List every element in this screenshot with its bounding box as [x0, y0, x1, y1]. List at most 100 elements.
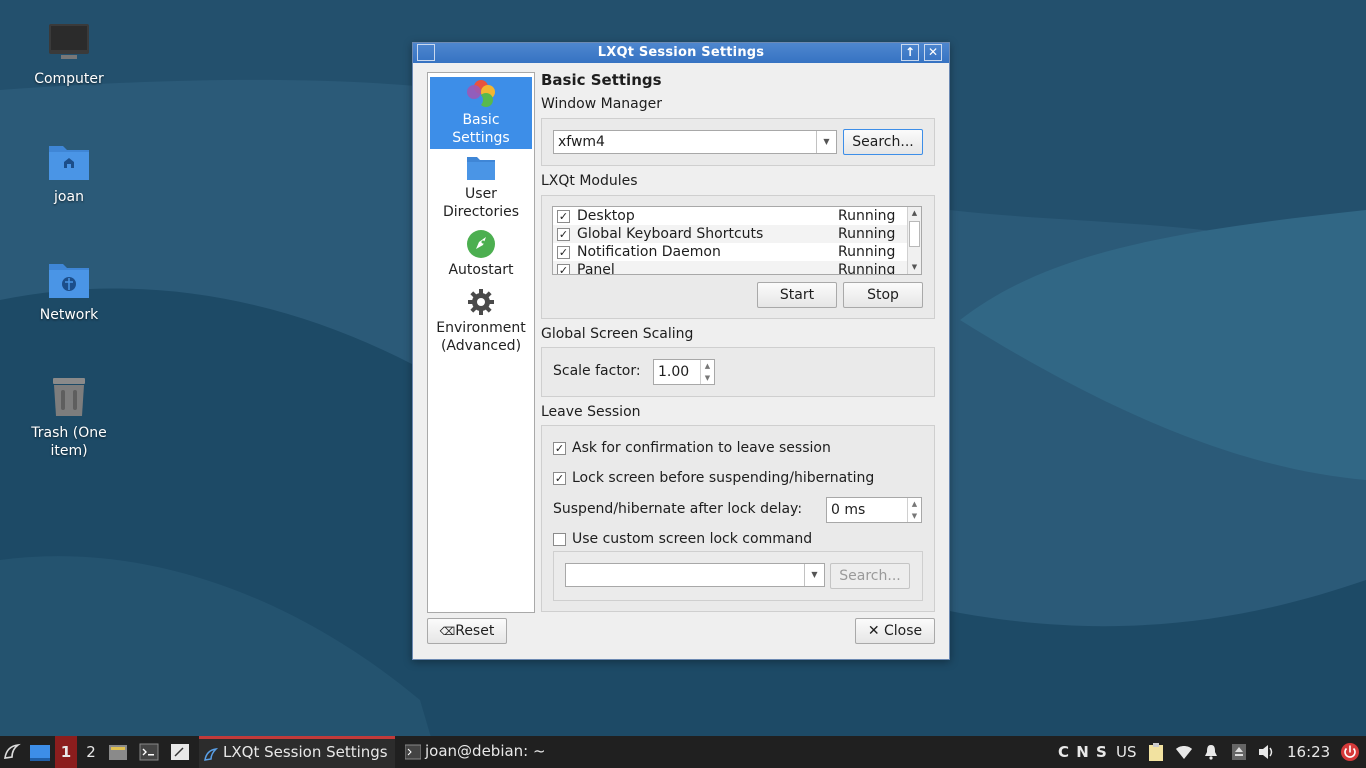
desktop-icon-trash[interactable]: Trash (One item) — [14, 374, 124, 460]
spin-down-icon[interactable]: ▼ — [701, 372, 714, 384]
lxqt-menu-icon[interactable] — [2, 742, 22, 762]
window-titlebar[interactable]: LXQt Session Settings ↑ ✕ — [413, 43, 949, 63]
volume-icon[interactable] — [1258, 744, 1276, 760]
start-module-button[interactable]: Start — [757, 282, 837, 308]
modules-scrollbar[interactable]: ▲ ▼ — [907, 207, 921, 274]
sidebar-item-user-directories[interactable]: User Directories — [430, 153, 532, 225]
eject-icon[interactable] — [1231, 743, 1247, 761]
checkbox-label: Ask for confirmation to leave session — [572, 440, 831, 456]
module-status: Running — [838, 208, 896, 224]
maximize-button[interactable]: ↑ — [901, 44, 919, 61]
sidebar-item-label: User Directories — [442, 186, 520, 220]
window-title: LXQt Session Settings — [597, 45, 765, 60]
desktop-icon-label: joan — [54, 189, 84, 205]
modules-label: LXQt Modules — [541, 173, 638, 189]
modules-list[interactable]: ✓ Desktop Running ✓ Global Keyboard Shor… — [552, 206, 922, 275]
list-item[interactable]: ✓ Panel Running — [553, 261, 907, 275]
gear-icon — [468, 289, 494, 315]
settings-sidebar: Basic Settings User Directories Autostar… — [427, 72, 535, 613]
lock-delay-value: 0 ms — [831, 502, 866, 518]
reset-button[interactable]: ⌫Reset — [427, 618, 507, 644]
desktop-icon-computer[interactable]: Computer — [14, 20, 124, 88]
backspace-icon: ⌫ — [439, 625, 456, 638]
home-folder-icon — [49, 146, 89, 180]
lock-delay-spinbox[interactable]: 0 ms ▲ ▼ — [826, 497, 922, 523]
sidebar-item-label: Basic Settings — [452, 112, 510, 146]
window-manager-value: xfwm4 — [558, 134, 605, 150]
list-item[interactable]: ✓ Global Keyboard Shortcuts Running — [553, 225, 907, 243]
task-label: LXQt Session Settings — [223, 743, 388, 761]
scrollbar-thumb[interactable] — [909, 221, 920, 247]
module-checkbox[interactable]: ✓ — [557, 264, 570, 274]
checkbox[interactable]: ✓ — [553, 472, 566, 485]
list-item[interactable]: ✓ Notification Daemon Running — [553, 243, 907, 261]
desktop-icon-home[interactable]: joan — [14, 138, 124, 206]
scale-factor-label: Scale factor: — [553, 363, 641, 379]
sidebar-item-basic-settings[interactable]: Basic Settings — [430, 77, 532, 149]
module-status: Running — [838, 262, 896, 275]
desktop-icon-label: Computer — [34, 71, 104, 87]
module-checkbox[interactable]: ✓ — [557, 246, 570, 259]
scale-factor-value: 1.00 — [658, 364, 690, 380]
list-item[interactable]: ✓ Desktop Running — [553, 207, 907, 225]
file-manager-icon[interactable] — [108, 743, 128, 761]
clipboard-icon[interactable] — [1147, 742, 1165, 762]
module-checkbox[interactable]: ✓ — [557, 228, 570, 241]
scroll-up-icon[interactable]: ▲ — [908, 209, 921, 217]
spin-down-icon[interactable]: ▼ — [908, 510, 921, 522]
task-lxqt-session-settings[interactable]: LXQt Session Settings — [199, 736, 395, 768]
workspace-2[interactable]: 2 — [80, 736, 102, 768]
spin-arrows[interactable]: ▲ ▼ — [700, 360, 714, 384]
sidebar-item-label: Environment (Advanced) — [436, 320, 526, 354]
sidebar-item-environment[interactable]: Environment (Advanced) — [430, 287, 532, 359]
checkbox[interactable]: ✓ — [553, 442, 566, 455]
lxqt-icon — [204, 747, 219, 761]
spin-arrows[interactable]: ▲ ▼ — [907, 498, 921, 522]
spin-up-icon[interactable]: ▲ — [701, 360, 714, 372]
task-label: joan@debian: ~ — [425, 742, 546, 760]
scale-factor-spinbox[interactable]: 1.00 ▲ ▼ — [653, 359, 715, 385]
module-status: Running — [838, 226, 896, 242]
desktop-icon-network[interactable]: Network — [14, 256, 124, 324]
module-name: Desktop — [577, 208, 635, 224]
close-label: Close — [884, 623, 923, 639]
spin-up-icon[interactable]: ▲ — [908, 498, 921, 510]
color-petals-icon — [467, 80, 495, 107]
close-button[interactable]: ✕ Close — [855, 618, 935, 644]
computer-icon — [49, 24, 89, 59]
checkbox-label: Lock screen before suspending/hibernatin… — [572, 470, 875, 486]
chevron-down-icon[interactable]: ▼ — [804, 564, 824, 586]
scroll-down-icon[interactable]: ▼ — [908, 263, 921, 271]
task-terminal[interactable]: joan@debian: ~ — [401, 736, 571, 768]
clock[interactable]: 16:23 — [1287, 736, 1330, 768]
module-checkbox[interactable]: ✓ — [557, 210, 570, 223]
text-editor-icon[interactable] — [170, 743, 190, 761]
close-window-button[interactable]: ✕ — [924, 44, 942, 61]
keyboard-layout[interactable]: US — [1116, 736, 1137, 768]
page-title: Basic Settings — [541, 71, 662, 89]
module-name: Global Keyboard Shortcuts — [577, 226, 764, 242]
checkbox-label: Use custom screen lock command — [572, 531, 813, 547]
folder-icon — [467, 157, 495, 180]
terminal-icon — [405, 744, 421, 760]
module-name: Panel — [577, 262, 615, 275]
stop-module-button[interactable]: Stop — [843, 282, 923, 308]
desktop-icon-label: Network — [39, 307, 99, 323]
window-manager-search-button[interactable]: Search... — [843, 129, 923, 155]
show-desktop-icon[interactable] — [29, 744, 51, 762]
custom-lock-command-combo[interactable]: ▼ — [565, 563, 825, 587]
window-manager-label: Window Manager — [541, 96, 663, 112]
module-status: Running — [838, 244, 896, 260]
wifi-icon[interactable] — [1175, 744, 1193, 760]
scaling-label: Global Screen Scaling — [541, 326, 694, 342]
notification-bell-icon[interactable] — [1203, 744, 1219, 760]
sidebar-item-autostart[interactable]: Autostart — [430, 229, 532, 283]
chevron-down-icon[interactable]: ▼ — [816, 131, 836, 153]
terminal-icon[interactable] — [139, 743, 159, 761]
custom-lock-search-button[interactable]: Search... — [830, 563, 910, 589]
power-icon[interactable] — [1340, 742, 1360, 762]
checkbox[interactable] — [553, 533, 566, 546]
workspace-1[interactable]: 1 — [55, 736, 77, 768]
window-manager-combo[interactable]: xfwm4 ▼ — [553, 130, 837, 154]
leave-session-label: Leave Session — [541, 404, 641, 420]
